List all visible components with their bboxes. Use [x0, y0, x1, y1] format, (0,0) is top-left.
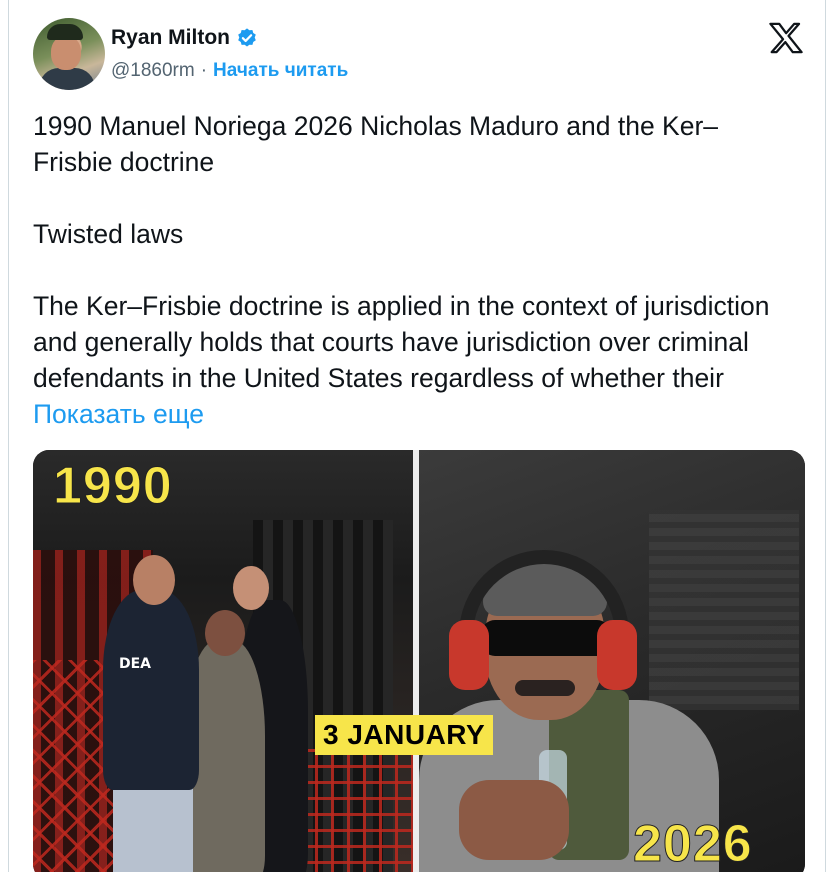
man-moustache [515, 680, 575, 696]
agent-head [133, 555, 175, 605]
avatar-face [51, 36, 81, 70]
media-panel-2026 [419, 450, 805, 872]
avatar-cap [47, 24, 83, 40]
year-label-1990: 1990 [53, 457, 173, 516]
media-panel-1990: DEA 1990 [33, 450, 413, 872]
x-logo-icon[interactable] [769, 22, 803, 54]
year-label-2026: 2026 [633, 815, 753, 872]
date-badge: 3 JANUARY [315, 715, 494, 755]
man-hands [459, 780, 569, 860]
tweet-media-image[interactable]: DEA 1990 2026 3 JANUARY [33, 450, 805, 872]
avatar[interactable] [33, 18, 105, 90]
verified-badge-icon [238, 28, 256, 47]
agent-legs [113, 780, 193, 872]
tweet-text: 1990 Manuel Noriega 2026 Nicholas Maduro… [33, 108, 793, 432]
tweet-paragraph-3: The Ker–Frisbie doctrine is applied in t… [33, 288, 793, 432]
officer-head [233, 566, 269, 610]
follow-button[interactable]: Начать читать [213, 60, 348, 82]
tweet-paragraph-3-text: The Ker–Frisbie doctrine is applied in t… [33, 291, 770, 393]
separator-dot: · [200, 60, 208, 81]
avatar-shirt [39, 68, 95, 90]
tweet-paragraph-2: Twisted laws [33, 219, 184, 249]
tweet-card: Ryan Milton @1860rm · Начать читать 1990… [8, 0, 826, 872]
background-equipment [649, 510, 799, 710]
headphones-right-cup [597, 620, 637, 690]
author-handle-row: @1860rm · Начать читать [111, 60, 348, 82]
author-name-row: Ryan Milton [111, 26, 258, 50]
dea-jacket-text: DEA [119, 656, 152, 672]
author-name[interactable]: Ryan Milton [111, 26, 230, 50]
headphones-left-cup [449, 620, 489, 690]
tweet-paragraph-1: 1990 Manuel Noriega 2026 Nicholas Maduro… [33, 111, 719, 177]
show-more-link[interactable]: Показать еще [33, 399, 204, 429]
prisoner-head [205, 610, 245, 656]
agent-figure [103, 590, 199, 790]
author-handle[interactable]: @1860rm [111, 60, 195, 82]
